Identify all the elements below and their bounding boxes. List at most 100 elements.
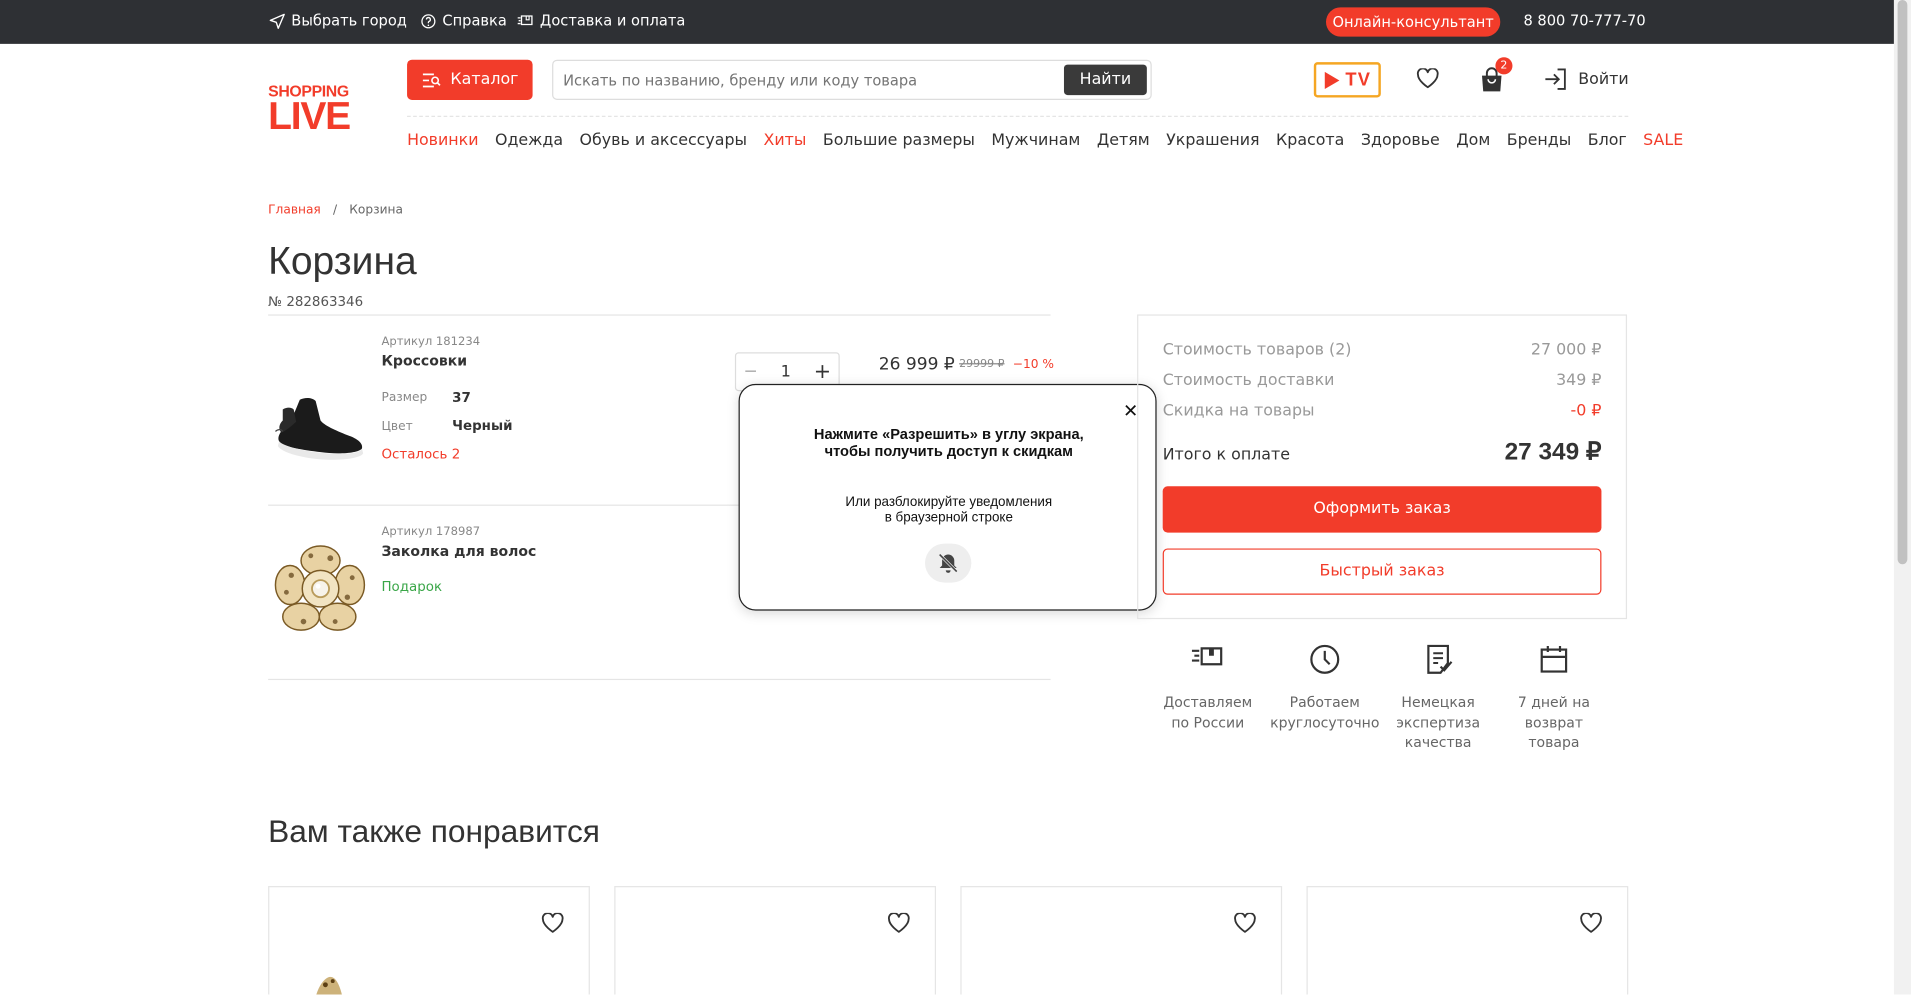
- feature-text: Немецкая: [1401, 693, 1475, 711]
- breadcrumb-home[interactable]: Главная: [268, 204, 321, 217]
- scrollbar-thumb[interactable]: [1897, 0, 1908, 565]
- shopping-live-tv-link[interactable]: TV: [1313, 62, 1381, 98]
- item-article: Артикул 178987: [381, 525, 481, 539]
- favorite-heart-icon[interactable]: [1580, 912, 1603, 934]
- online-consultant-button[interactable]: Онлайн-консультант: [1326, 7, 1501, 37]
- feature-24h: Работаем круглосуточно: [1270, 644, 1380, 733]
- product-card[interactable]: [614, 886, 936, 995]
- item-name[interactable]: Кроссовки: [381, 352, 467, 369]
- nav-item-men[interactable]: Мужчинам: [991, 132, 1080, 150]
- feature-text: Доставляем: [1163, 693, 1253, 711]
- nav-item-jewelry[interactable]: Украшения: [1166, 132, 1259, 150]
- login-link[interactable]: Войти: [1544, 67, 1629, 91]
- search-input[interactable]: [563, 69, 1051, 92]
- tv-label: TV: [1345, 69, 1372, 91]
- feature-text: качества: [1404, 733, 1472, 751]
- delivery-cost-row: Стоимость доставки 349 ₽: [1163, 372, 1602, 390]
- total-value: 27 349 ₽: [1504, 438, 1602, 466]
- quick-order-button[interactable]: Быстрый заказ: [1162, 548, 1602, 595]
- checkout-button[interactable]: Оформить заказ: [1162, 486, 1602, 533]
- discount-row: Скидка на товары -0 ₽: [1163, 402, 1602, 420]
- feature-text: экспертиза: [1396, 713, 1481, 731]
- shopping-live-logo[interactable]: SHOPPING LIVE: [268, 83, 351, 135]
- nav-item-sale[interactable]: SALE: [1643, 132, 1683, 150]
- nav-item-home[interactable]: Дом: [1456, 132, 1490, 150]
- nav-item-shoes[interactable]: Обувь и аксессуары: [580, 132, 747, 150]
- color-value: Черный: [452, 418, 513, 434]
- nav-item-beauty[interactable]: Красота: [1276, 132, 1344, 150]
- decrease-qty-button[interactable]: −: [743, 362, 757, 382]
- catalog-menu-icon: [422, 72, 441, 87]
- sneakers-image[interactable]: [273, 392, 368, 460]
- nav-item-health[interactable]: Здоровье: [1361, 132, 1440, 150]
- product-card[interactable]: [1306, 886, 1629, 995]
- product-card[interactable]: [268, 886, 590, 995]
- increase-qty-button[interactable]: +: [814, 360, 831, 384]
- play-icon: [1324, 71, 1340, 89]
- feature-text: товара: [1528, 733, 1580, 751]
- gift-label: Подарок: [381, 578, 443, 595]
- search-box: Найти: [552, 59, 1152, 100]
- nav-item-blog[interactable]: Блог: [1588, 132, 1627, 150]
- top-bar: Выбрать город Справка Доставка и оплата …: [0, 0, 1894, 44]
- catalog-button[interactable]: Каталог: [407, 59, 533, 100]
- popup-subtitle: Или разблокируйте уведомления в браузерн…: [740, 495, 1158, 527]
- discount-label: Скидка на товары: [1162, 402, 1315, 421]
- recommendations-title: Вам также понравится: [268, 812, 600, 850]
- location-arrow-icon: [269, 13, 285, 29]
- item-old-price: 29999 ₽: [959, 358, 1005, 371]
- page: Выбрать город Справка Доставка и оплата …: [0, 0, 1911, 995]
- page-title: Корзина: [268, 238, 417, 283]
- delivery-link[interactable]: Доставка и оплата: [517, 12, 686, 30]
- question-circle-icon: [421, 13, 436, 28]
- phone-number[interactable]: 8 800 70-777-70: [1523, 12, 1645, 29]
- item-discount: −10 %: [1012, 358, 1054, 372]
- order-summary: Стоимость товаров (2) 27 000 ₽ Стоимость…: [1137, 314, 1628, 620]
- nav-item-new[interactable]: Новинки: [407, 132, 478, 150]
- search-button[interactable]: Найти: [1063, 64, 1147, 96]
- hair-clip-image[interactable]: [274, 544, 367, 637]
- goods-cost-label: Стоимость товаров (2): [1162, 341, 1352, 360]
- order-number: № 282863346: [268, 293, 364, 310]
- breadcrumb-current: Корзина: [349, 203, 403, 217]
- popup-subtitle-line: Или разблокируйте уведомления: [845, 494, 1053, 510]
- discount-value: -0 ₽: [1570, 402, 1602, 421]
- delivery-icon: [517, 15, 533, 26]
- nav-item-hits[interactable]: Хиты: [763, 132, 806, 150]
- favorite-heart-icon[interactable]: [541, 912, 564, 934]
- stock-left: Осталось 2: [381, 446, 461, 462]
- feature-text: по России: [1171, 713, 1245, 731]
- help-label: Справка: [442, 12, 507, 30]
- total-row: Итого к оплате 27 349 ₽: [1163, 436, 1602, 466]
- feature-return: 7 дней на возврат товара: [1499, 644, 1609, 753]
- color-label: Цвет: [381, 420, 413, 434]
- delivery-label: Доставка и оплата: [539, 12, 686, 30]
- quantity-value[interactable]: 1: [781, 363, 791, 381]
- item-name[interactable]: Заколка для волос: [381, 542, 536, 559]
- page-scrollbar[interactable]: [1893, 0, 1911, 995]
- product-image: [316, 976, 342, 995]
- close-icon[interactable]: ✕: [1123, 400, 1138, 422]
- nav-item-plus-sizes[interactable]: Большие размеры: [823, 132, 975, 150]
- nav-item-clothes[interactable]: Одежда: [495, 132, 563, 150]
- calendar-icon: [1540, 645, 1568, 673]
- bell-off-icon: [925, 543, 972, 583]
- cart-count-badge: 2: [1495, 57, 1513, 75]
- main-nav: Новинки Одежда Обувь и аксессуары Хиты Б…: [407, 132, 1683, 150]
- favorite-heart-icon[interactable]: [887, 912, 910, 934]
- login-label: Войти: [1578, 70, 1629, 89]
- delivery-cost-value: 349 ₽: [1556, 371, 1602, 390]
- choose-city-link[interactable]: Выбрать город: [269, 12, 407, 29]
- notification-permission-popup: ✕ Нажмите «Разрешить» в углу экрана, что…: [738, 383, 1158, 611]
- delivery-icon: [1191, 647, 1223, 666]
- favorite-heart-icon[interactable]: [1233, 912, 1256, 934]
- popup-title-line: Нажмите «Разрешить» в углу экрана,: [813, 425, 1084, 443]
- total-label: Итого к оплате: [1162, 446, 1290, 465]
- breadcrumb-separator: /: [332, 203, 338, 217]
- nav-item-brands[interactable]: Бренды: [1507, 132, 1571, 150]
- help-link[interactable]: Справка: [420, 12, 507, 30]
- favorites-heart-icon[interactable]: [1416, 68, 1439, 89]
- product-card[interactable]: [960, 886, 1283, 995]
- nav-item-kids[interactable]: Детям: [1097, 132, 1150, 150]
- catalog-label: Каталог: [450, 70, 519, 89]
